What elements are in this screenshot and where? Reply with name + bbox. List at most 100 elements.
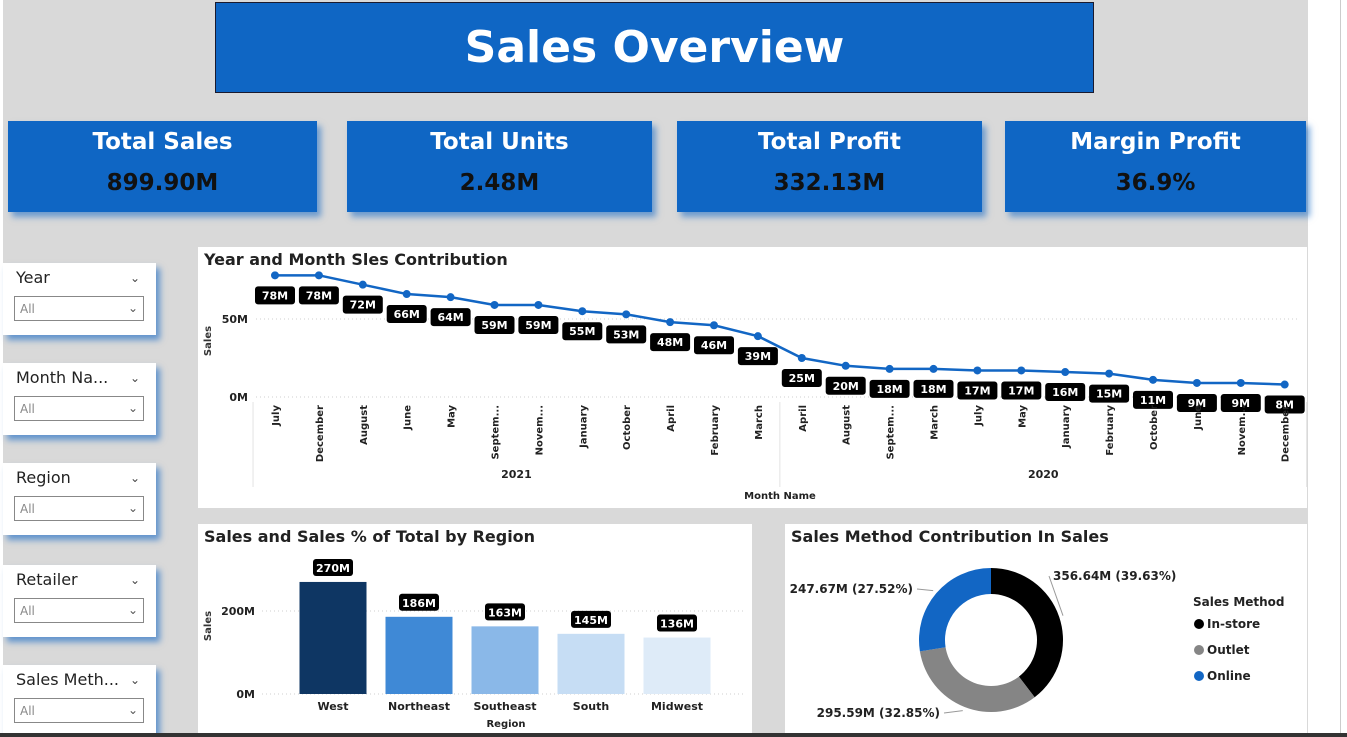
slicer-title: Region [16,468,71,487]
chevron-down-icon[interactable]: ⌄ [130,573,140,587]
y-tick-label: 0M [236,688,255,701]
data-label: 53M [613,328,639,341]
x-tick-label: Southeast [473,700,536,713]
legend-marker [1194,619,1204,629]
data-point [1280,380,1289,389]
chevron-down-icon[interactable]: ⌄ [130,371,140,385]
data-label: 64M [437,311,463,324]
kpi-label: Total Profit [758,129,901,155]
y-tick-label: 0M [229,391,248,404]
kpi-card-total-sales: Total Sales 899.90M [8,121,317,212]
kpi-value: 2.48M [459,170,540,196]
data-point [490,300,499,309]
data-point [534,300,543,309]
data-point [929,364,938,373]
series-line [275,274,1285,386]
x-axis-label: Month Name [744,491,816,502]
data-point [1149,375,1157,384]
data-point [1105,369,1114,378]
slicer-retailer: Retailer ⌄ All ⌄ [3,565,156,637]
data-label: 18M [920,383,946,396]
slicer-dropdown[interactable]: All ⌄ [14,296,144,321]
data-label: 15M [1096,388,1122,401]
chevron-down-icon: ⌄ [127,301,138,315]
legend-title: Sales Method [1193,595,1285,609]
data-point [1192,378,1201,387]
slice-label: 295.59M (32.85%) [817,706,940,720]
data-point [797,354,806,362]
bar-chart-panel: Sales and Sales % of Total by Region Sal… [198,524,752,737]
y-axis-label: Sales [203,611,214,641]
x-tick-label: December [315,405,326,462]
x-tick-label: Midwest [651,700,703,713]
chevron-down-icon[interactable]: ⌄ [130,271,140,285]
data-label: 11M [1140,394,1166,407]
line-chart: Sales 0M 50M 78M July 78M December 72M August 66M… [203,271,1307,502]
data-label: 270M [316,562,350,575]
data-label: 46M [701,339,727,352]
data-label: 59M [525,319,551,332]
data-label: 18M [876,383,902,396]
x-tick-label: October [622,405,633,450]
bar [557,633,625,694]
chevron-down-icon: ⌄ [127,603,138,617]
data-label: 25M [789,372,815,385]
donut-slice [919,647,1035,712]
data-point [885,364,894,373]
data-point [753,332,762,341]
legend-label: Online [1207,669,1251,683]
data-point [1061,368,1070,377]
data-point [973,366,982,375]
data-label: 78M [262,289,288,302]
donut-slice [991,568,1063,698]
group-label: 2021 [501,468,532,481]
slicer-value: All [20,402,35,416]
legend-marker [1194,671,1204,681]
data-label: 55M [569,325,595,338]
x-tick-label: Novem... [534,405,545,455]
kpi-label: Total Sales [92,129,233,155]
data-point [841,361,850,370]
data-point [1236,378,1245,387]
kpi-card-total-profit: Total Profit 332.13M [677,121,982,212]
chevron-down-icon[interactable]: ⌄ [130,673,140,687]
data-point [358,280,367,289]
x-tick-label: December [1281,405,1292,462]
slicer-dropdown[interactable]: All ⌄ [14,396,144,421]
data-label: 136M [660,618,694,631]
bar [385,616,453,694]
slicer-value: All [20,604,35,618]
data-label: 39M [745,350,771,363]
slicer-value: All [20,704,35,718]
data-point [710,321,718,330]
slicer-title: Sales Meth... [16,670,119,689]
data-label: 17M [964,384,990,397]
x-tick-label: August [359,405,370,445]
chevron-down-icon: ⌄ [127,501,138,515]
donut-slice [919,568,991,652]
slice-label: 247.67M (27.52%) [790,582,913,596]
data-label: 20M [833,380,859,393]
x-tick-label: August [842,405,853,445]
slicer-dropdown[interactable]: All ⌄ [14,698,144,723]
chevron-down-icon[interactable]: ⌄ [130,471,140,485]
x-tick-label: Novem... [1237,405,1248,455]
x-tick-label: February [710,405,721,456]
data-point [578,307,587,316]
slicer-sales-method: Sales Meth... ⌄ All ⌄ [3,665,156,737]
y-tick-label: 50M [222,313,248,326]
slicer-value: All [20,502,35,516]
slicer-dropdown[interactable]: All ⌄ [14,496,144,521]
x-tick-label: June [1193,405,1204,431]
data-label: 48M [657,336,683,349]
x-tick-label: West [317,700,348,713]
page-title: Sales Overview [464,22,845,73]
slicer-dropdown[interactable]: All ⌄ [14,598,144,623]
bar [643,637,711,694]
kpi-value: 899.90M [106,170,219,196]
legend-label: In-store [1207,617,1260,631]
slicer-title: Month Na... [16,368,109,387]
data-point [314,271,323,280]
x-tick-label: October [1149,405,1160,450]
chevron-down-icon: ⌄ [127,401,138,415]
